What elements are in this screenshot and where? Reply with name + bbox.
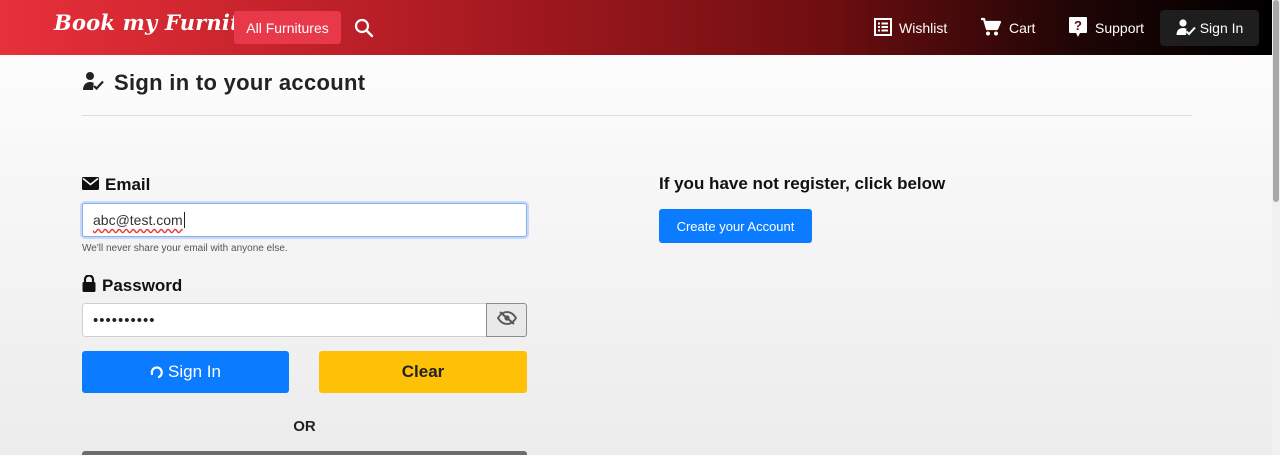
sign-in-button-label: Sign In — [168, 362, 221, 381]
nav-cart[interactable]: Cart — [980, 15, 1035, 41]
clear-button[interactable]: Clear — [319, 351, 527, 393]
user-check-icon — [82, 71, 104, 96]
scrollbar-thumb[interactable] — [1273, 0, 1279, 202]
nav-support-label: Support — [1095, 20, 1145, 36]
email-field-value: abc@test.com — [93, 212, 183, 228]
nav-signin-label: Sign In — [1199, 20, 1244, 36]
email-help-text: We'll never share your email with anyone… — [82, 243, 288, 254]
email-label: Email — [82, 175, 150, 195]
nav-wishlist-label: Wishlist — [899, 20, 948, 36]
password-field[interactable]: •••••••••• — [82, 303, 487, 337]
page-heading: Sign in to your account — [82, 70, 365, 96]
email-label-text: Email — [105, 175, 151, 194]
envelope-icon — [82, 175, 105, 195]
user-check-icon — [1176, 18, 1200, 39]
create-account-button[interactable]: Create your Account — [659, 209, 812, 243]
password-label-text: Password — [102, 276, 183, 295]
nav-signin-button[interactable]: Sign In — [1160, 10, 1259, 46]
svg-text:?: ? — [1074, 18, 1082, 33]
or-separator: OR — [293, 418, 316, 435]
list-icon — [874, 17, 899, 39]
heading-divider — [82, 115, 1192, 116]
lock-icon — [82, 274, 102, 297]
help-icon: ? — [1068, 16, 1095, 41]
sign-in-button[interactable]: Sign In — [82, 351, 289, 393]
cart-icon — [980, 17, 1009, 40]
search-icon[interactable] — [354, 18, 374, 38]
text-caret — [183, 212, 185, 228]
page-title: Sign in to your account — [114, 70, 366, 95]
alternate-signin-button[interactable] — [82, 451, 527, 455]
password-field-value: •••••••••• — [93, 311, 156, 329]
show-password-toggle[interactable] — [486, 303, 527, 337]
password-label: Password — [82, 274, 183, 297]
register-heading: If you have not register, click below — [659, 174, 946, 193]
eye-slash-icon — [496, 310, 517, 330]
page-scrollbar[interactable] — [1272, 0, 1280, 455]
email-field[interactable]: abc@test.com — [82, 203, 527, 237]
spinner-icon — [150, 360, 168, 384]
nav-support[interactable]: ? Support — [1068, 15, 1144, 41]
nav-wishlist[interactable]: Wishlist — [874, 15, 947, 41]
nav-cart-label: Cart — [1009, 20, 1036, 36]
top-navbar: Book my Furniture All Furnitures Wishlis… — [0, 0, 1272, 55]
all-furnitures-button[interactable]: All Furnitures — [234, 11, 341, 44]
